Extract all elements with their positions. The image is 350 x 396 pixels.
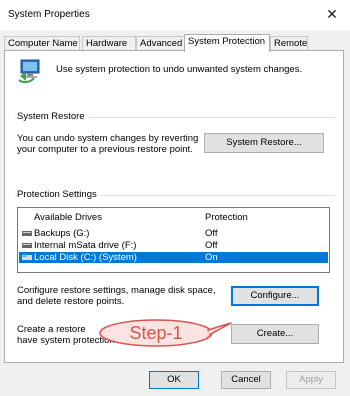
title-bar: System Properties ✕ (0, 0, 350, 30)
cancel-button[interactable]: Cancel (221, 371, 271, 389)
tab-hardware[interactable]: Hardware (82, 36, 136, 51)
intro-text: Use system protection to undo unwanted s… (56, 64, 303, 75)
protection-settings-group-title: Protection Settings (17, 189, 101, 200)
step-callout-label: Step-1 (129, 323, 183, 343)
configure-description: Configure restore settings, manage disk … (17, 285, 217, 307)
drive-protection-status: Off (205, 240, 218, 251)
drives-list[interactable]: Available Drives Protection Backups (G:)… (17, 207, 330, 273)
drive-row[interactable]: Internal mSata drive (F:) Off (19, 240, 328, 251)
tab-advanced[interactable]: Advanced (136, 36, 186, 51)
tab-system-protection[interactable]: System Protection (184, 34, 270, 52)
description-line: Configure restore settings, manage disk … (17, 285, 216, 296)
drive-protection-status: On (205, 252, 218, 263)
system-restore-group-title: System Restore (17, 111, 89, 122)
drive-icon (22, 243, 32, 248)
drive-icon (22, 231, 32, 236)
system-protection-icon (18, 59, 40, 84)
configure-button[interactable]: Configure... (231, 286, 319, 306)
drive-name: Local Disk (C:) (System) (34, 252, 137, 263)
tab-computer-name[interactable]: Computer Name (4, 36, 80, 51)
drive-name: Backups (G:) (34, 228, 90, 239)
system-restore-button[interactable]: System Restore... (204, 133, 324, 153)
system-restore-description: You can undo system changes by reverting… (17, 133, 198, 155)
system-drive-icon (22, 254, 32, 260)
ok-button[interactable]: OK (149, 371, 199, 389)
drive-row[interactable]: Backups (G:) Off (19, 228, 328, 239)
drive-protection-status: Off (205, 228, 218, 239)
window-title: System Properties (8, 9, 90, 20)
column-header-protection[interactable]: Protection (205, 212, 248, 223)
drive-name: Internal mSata drive (F:) (34, 240, 137, 251)
tab-remote[interactable]: Remote (270, 36, 308, 51)
column-header-drives[interactable]: Available Drives (34, 212, 102, 223)
close-icon[interactable]: ✕ (322, 4, 342, 24)
create-button[interactable]: Create... (231, 324, 319, 344)
description-line: You can undo system changes by reverting (17, 133, 199, 144)
description-line: your computer to a previous restore poin… (17, 144, 193, 155)
description-line: and delete restore points. (17, 296, 125, 307)
drive-row-selected[interactable]: Local Disk (C:) (System) On (19, 252, 328, 263)
apply-button[interactable]: Apply (286, 371, 336, 389)
